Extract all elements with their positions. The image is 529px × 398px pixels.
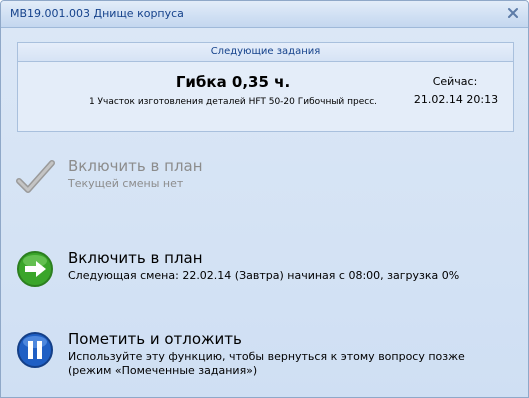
next-tasks-panel: Следующие задания Гибка 0,35 ч. 1 Участо… (17, 42, 514, 132)
close-icon[interactable] (507, 7, 519, 19)
mark-and-postpone-action[interactable]: Пометить и отложить Используйте эту функ… (15, 330, 515, 384)
include-in-plan-next-action[interactable]: Включить в план Следующая смена: 22.02.1… (15, 249, 515, 303)
pause-icon (15, 330, 57, 372)
arrow-right-icon (15, 249, 57, 291)
checkmark-icon (15, 157, 57, 199)
dialog-body: Следующие задания Гибка 0,35 ч. 1 Участо… (1, 28, 528, 397)
action-description: Следующая смена: 22.02.14 (Завтра) начин… (68, 269, 460, 282)
title-bar[interactable]: МВ19.001.003 Днище корпуса (1, 1, 528, 28)
next-tasks-header: Следующие задания (18, 43, 513, 62)
action-label: Пометить и отложить (68, 330, 242, 348)
window-title: МВ19.001.003 Днище корпуса (10, 7, 184, 20)
now-value: 21.02.14 20:13 (413, 93, 499, 106)
include-in-plan-current-action[interactable]: Включить в план Текущей смены нет (15, 157, 515, 211)
action-description: Текущей смены нет (68, 177, 184, 190)
task-title: Гибка 0,35 ч. (175, 73, 291, 91)
now-label: Сейчас: (432, 75, 478, 88)
action-label: Включить в план (68, 157, 203, 175)
task-description: 1 Участок изготовления деталей HFT 50-20… (88, 97, 378, 107)
action-description: Используйте эту функцию, чтобы вернуться… (68, 350, 465, 377)
action-label: Включить в план (68, 249, 203, 267)
dialog-window: МВ19.001.003 Днище корпуса Следующие зад… (0, 0, 529, 398)
